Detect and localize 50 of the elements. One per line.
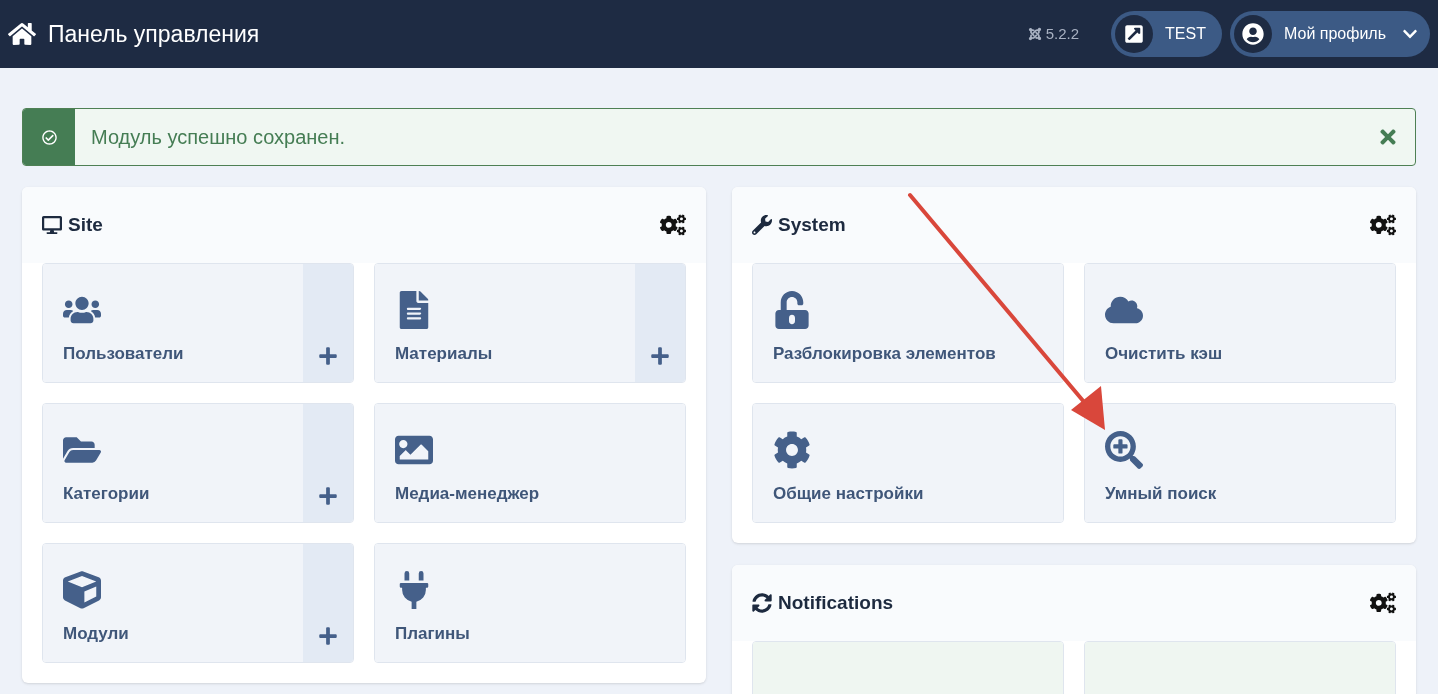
tile-label: Очистить кэш: [1105, 342, 1224, 365]
plus-icon: [318, 626, 338, 646]
module-tile[interactable]: Очистить кэш: [1085, 264, 1395, 382]
settings-icon[interactable]: [660, 212, 686, 238]
module-tile[interactable]: Умный поиск: [1085, 404, 1395, 522]
module-tile[interactable]: Пользователи: [43, 264, 303, 382]
plus-icon: [650, 346, 670, 366]
add-button[interactable]: [303, 544, 353, 662]
tile-label: Категории: [63, 482, 151, 505]
version-text: 5.2.2: [1045, 23, 1080, 44]
module-tile[interactable]: Медиа-менеджер: [375, 404, 685, 522]
tile-label: Медиа-менеджер: [395, 482, 541, 505]
settings-icon[interactable]: [1370, 590, 1396, 616]
add-button[interactable]: [635, 264, 685, 382]
zoom-in-icon: [1105, 430, 1143, 469]
alert-message: Модуль успешно сохранен.: [91, 125, 346, 150]
module-tile[interactable]: Категории: [43, 404, 303, 522]
settings-icon[interactable]: [1370, 212, 1396, 238]
module-tile[interactable]: Разблокировка элементов: [753, 264, 1063, 382]
logo-icon: [1027, 27, 1042, 41]
tile-label: Модули: [63, 622, 130, 645]
plus-icon: [318, 346, 338, 366]
module-tile[interactable]: Плагины: [375, 544, 685, 662]
tile-label: Разблокировка элементов: [773, 342, 997, 365]
cube-icon: [63, 570, 101, 609]
module-tile[interactable]: Общие настройки: [753, 404, 1063, 522]
panel-title: Site: [68, 212, 103, 237]
add-button[interactable]: [303, 404, 353, 522]
wrench-icon: [752, 215, 772, 235]
external-link-icon: [1124, 24, 1145, 44]
refresh-icon: [752, 593, 772, 613]
tile-label: Пользователи: [63, 342, 185, 365]
monitor-icon: [42, 215, 62, 235]
tile-label: Материалы: [395, 342, 494, 365]
page-title: Панель управления: [48, 19, 260, 49]
home-icon[interactable]: [8, 20, 36, 48]
gear-icon: [773, 430, 811, 469]
module-tile[interactable]: Материалы: [375, 264, 635, 382]
panel-title: Notifications: [778, 590, 894, 615]
unlocked-padlock-icon: [773, 290, 811, 329]
profile-button[interactable]: Мой профиль: [1229, 11, 1430, 57]
panel-title: System: [778, 212, 846, 237]
plus-icon: [318, 486, 338, 506]
tile-label: Плагины: [395, 622, 471, 645]
module-tile[interactable]: Модули: [43, 544, 303, 662]
tile-label: Общие настройки: [773, 482, 925, 505]
add-button[interactable]: [303, 264, 353, 382]
user-icon: [1241, 23, 1264, 45]
tile-label: Умный поиск: [1105, 482, 1218, 505]
site-button[interactable]: TEST: [1111, 11, 1222, 57]
